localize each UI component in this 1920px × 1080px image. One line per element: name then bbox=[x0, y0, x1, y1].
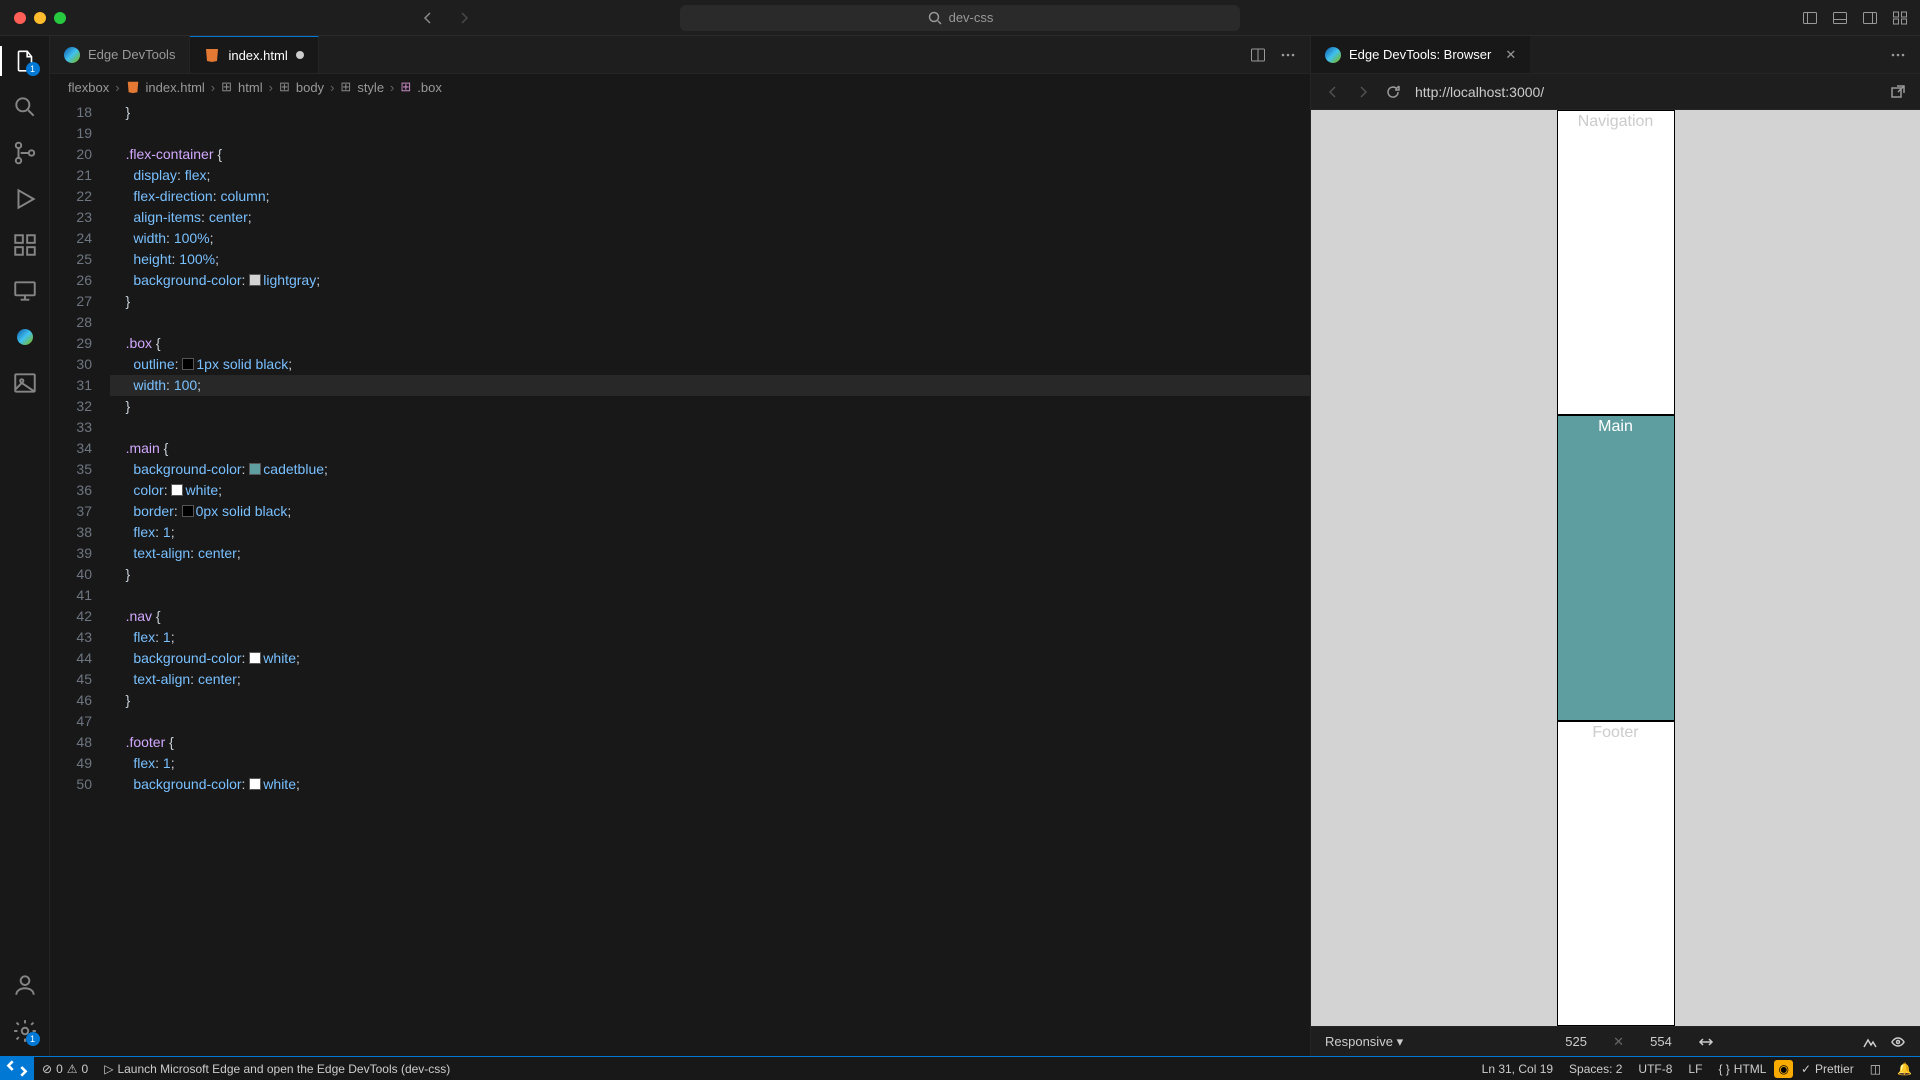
browser-back-icon[interactable] bbox=[1325, 84, 1341, 100]
more-actions-icon[interactable] bbox=[1280, 47, 1296, 63]
edge-tools-icon[interactable] bbox=[12, 324, 38, 350]
breadcrumb-item[interactable]: html bbox=[238, 80, 263, 95]
command-center-text: dev-css bbox=[949, 10, 994, 25]
warning-icon: ⚠ bbox=[67, 1062, 78, 1076]
accounts-icon[interactable] bbox=[12, 972, 38, 998]
breadcrumb-item[interactable]: body bbox=[296, 80, 324, 95]
line-numbers: 1819202122232425262728293031323334353637… bbox=[50, 100, 110, 1056]
cursor-position[interactable]: Ln 31, Col 19 bbox=[1474, 1060, 1561, 1078]
browser-reload-icon[interactable] bbox=[1385, 84, 1401, 100]
more-actions-icon[interactable] bbox=[1890, 47, 1906, 63]
error-icon: ⊘ bbox=[42, 1062, 52, 1076]
code-content[interactable]: } .flex-container { display: flex; flex-… bbox=[110, 100, 1310, 1056]
search-icon bbox=[927, 10, 943, 26]
browser-preview[interactable]: Navigation Main Footer bbox=[1311, 110, 1920, 1026]
notifications-icon[interactable]: 🔔 bbox=[1889, 1060, 1920, 1078]
minimize-window-button[interactable] bbox=[34, 12, 46, 24]
settings-badge: 1 bbox=[26, 1032, 40, 1046]
code-editor[interactable]: 1819202122232425262728293031323334353637… bbox=[50, 100, 1310, 1056]
launch-edge-button[interactable]: ▷Launch Microsoft Edge and open the Edge… bbox=[96, 1062, 458, 1076]
devtools-panel: Edge DevTools: Browser ✕ Navigation Main… bbox=[1310, 36, 1920, 1056]
panel-tab-label: Edge DevTools: Browser bbox=[1349, 47, 1491, 62]
remote-button[interactable] bbox=[0, 1057, 34, 1080]
tab-label: Edge DevTools bbox=[88, 47, 175, 62]
tab-edge-devtools[interactable]: Edge DevTools bbox=[50, 36, 190, 73]
editor-area: Edge DevTools index.html flexbox› index.… bbox=[50, 36, 1310, 1056]
problems-button[interactable]: ⊘0 ⚠0 bbox=[34, 1062, 96, 1076]
dimension-separator: ✕ bbox=[1613, 1034, 1624, 1050]
titlebar: dev-css bbox=[0, 0, 1920, 36]
back-button[interactable] bbox=[420, 10, 436, 26]
eol-button[interactable]: LF bbox=[1680, 1060, 1710, 1078]
layout-controls bbox=[1802, 10, 1908, 26]
prettier-button[interactable]: ✓ Prettier bbox=[1793, 1060, 1862, 1078]
screenshot-icon[interactable] bbox=[1862, 1034, 1878, 1050]
indentation-button[interactable]: Spaces: 2 bbox=[1561, 1060, 1630, 1078]
toggle-primary-sidebar-icon[interactable] bbox=[1802, 10, 1818, 26]
browser-toolbar bbox=[1311, 74, 1920, 110]
history-nav bbox=[420, 10, 472, 26]
debug-icon: ▷ bbox=[104, 1062, 113, 1076]
explorer-icon[interactable]: 1 bbox=[12, 48, 38, 74]
feedback-icon[interactable]: ◫ bbox=[1862, 1060, 1889, 1078]
toggle-secondary-sidebar-icon[interactable] bbox=[1862, 10, 1878, 26]
preview-nav: Navigation bbox=[1557, 110, 1675, 415]
panel-tabs: Edge DevTools: Browser ✕ bbox=[1311, 36, 1920, 74]
device-toolbar: Responsive ▾ ✕ bbox=[1311, 1026, 1920, 1056]
search-activity-icon[interactable] bbox=[12, 94, 38, 120]
copilot-icon[interactable]: ◉ bbox=[1774, 1060, 1792, 1078]
command-center[interactable]: dev-css bbox=[680, 5, 1240, 31]
open-external-icon[interactable] bbox=[1890, 84, 1906, 100]
window-controls bbox=[0, 12, 66, 24]
encoding-button[interactable]: UTF-8 bbox=[1630, 1060, 1680, 1078]
status-bar: ⊘0 ⚠0 ▷Launch Microsoft Edge and open th… bbox=[0, 1056, 1920, 1080]
edge-icon bbox=[1325, 47, 1341, 63]
customize-layout-icon[interactable] bbox=[1892, 10, 1908, 26]
url-input[interactable] bbox=[1415, 84, 1876, 100]
toggle-panel-icon[interactable] bbox=[1832, 10, 1848, 26]
close-window-button[interactable] bbox=[14, 12, 26, 24]
forward-button[interactable] bbox=[456, 10, 472, 26]
activity-bar: 1 1 bbox=[0, 36, 50, 1056]
viewport-height-input[interactable] bbox=[1636, 1034, 1686, 1049]
html-file-icon bbox=[204, 47, 220, 63]
emulate-vision-icon[interactable] bbox=[1890, 1034, 1906, 1050]
run-debug-icon[interactable] bbox=[12, 186, 38, 212]
breadcrumb-item[interactable]: flexbox bbox=[68, 80, 109, 95]
editor-tabs: Edge DevTools index.html bbox=[50, 36, 1310, 74]
tab-index-html[interactable]: index.html bbox=[190, 36, 318, 73]
preview-main: Main bbox=[1557, 415, 1675, 720]
language-mode-button[interactable]: { } HTML bbox=[1710, 1060, 1774, 1078]
device-mode-dropdown[interactable]: Responsive ▾ bbox=[1325, 1034, 1403, 1050]
split-editor-icon[interactable] bbox=[1250, 47, 1266, 63]
edge-icon bbox=[64, 47, 80, 63]
maximize-window-button[interactable] bbox=[54, 12, 66, 24]
tab-devtools-browser[interactable]: Edge DevTools: Browser ✕ bbox=[1311, 36, 1530, 73]
rotate-icon[interactable] bbox=[1698, 1034, 1714, 1050]
breadcrumb-item[interactable]: index.html bbox=[146, 80, 205, 95]
tab-label: index.html bbox=[228, 48, 287, 63]
breadcrumb-item[interactable]: style bbox=[357, 80, 384, 95]
breadcrumb[interactable]: flexbox› index.html› ⊞html› ⊞body› ⊞styl… bbox=[50, 74, 1310, 100]
browser-forward-icon[interactable] bbox=[1355, 84, 1371, 100]
extensions-icon[interactable] bbox=[12, 232, 38, 258]
close-icon[interactable]: ✕ bbox=[1505, 47, 1516, 63]
explorer-badge: 1 bbox=[26, 62, 40, 76]
chevron-down-icon: ▾ bbox=[1397, 1034, 1404, 1049]
viewport-width-input[interactable] bbox=[1551, 1034, 1601, 1049]
source-control-icon[interactable] bbox=[12, 140, 38, 166]
preview-footer: Footer bbox=[1557, 721, 1675, 1026]
html-file-icon bbox=[126, 79, 140, 95]
settings-gear-icon[interactable]: 1 bbox=[12, 1018, 38, 1044]
image-icon[interactable] bbox=[12, 370, 38, 396]
modified-indicator-icon bbox=[296, 51, 304, 59]
remote-explorer-icon[interactable] bbox=[12, 278, 38, 304]
breadcrumb-item[interactable]: .box bbox=[417, 80, 442, 95]
